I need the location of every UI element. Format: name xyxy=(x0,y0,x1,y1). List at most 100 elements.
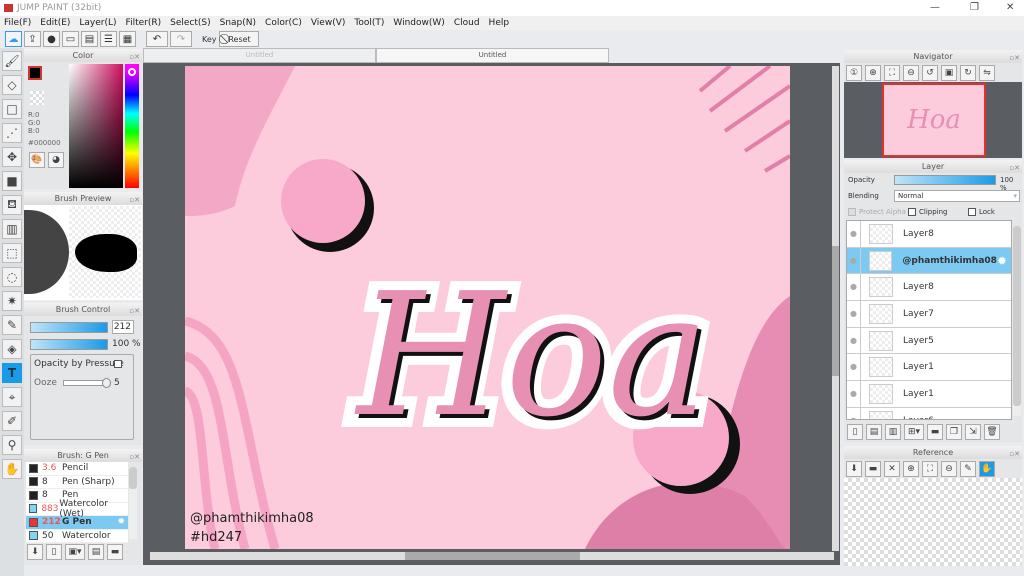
brush-folder-icon[interactable]: ▬ xyxy=(107,544,123,560)
operation-icon[interactable]: ⌖ xyxy=(2,387,22,407)
layer-scrollbar[interactable] xyxy=(1013,226,1021,416)
saturation-value-picker[interactable] xyxy=(69,64,123,188)
menu-select[interactable]: Select(S) xyxy=(170,18,211,28)
reset-button[interactable]: ⃠Reset xyxy=(218,31,259,47)
zoom-out-icon[interactable]: ⊖ xyxy=(941,461,957,477)
close-reference-icon[interactable]: ✕ xyxy=(884,461,900,477)
duplicate-layer-icon[interactable]: ❐ xyxy=(946,424,962,440)
palette-icon[interactable]: 🎨 xyxy=(29,152,45,168)
menu-filter[interactable]: Filter(R) xyxy=(126,18,162,28)
zoom-in-icon[interactable]: ⊕ xyxy=(903,461,919,477)
lasso-icon[interactable]: ◌ xyxy=(2,267,22,287)
pen-icon[interactable]: ✐ xyxy=(2,411,22,431)
menu-tool[interactable]: Tool(T) xyxy=(354,18,384,28)
panel-close-icon[interactable]: ▫✕ xyxy=(129,451,140,464)
select-pen-icon[interactable]: ✎ xyxy=(2,315,22,335)
layer-row[interactable]: ● Layer5 xyxy=(847,327,1011,355)
clipping-checkbox[interactable] xyxy=(908,208,916,216)
lock-checkbox[interactable] xyxy=(968,208,976,216)
fill-rect-icon[interactable]: ■ xyxy=(2,171,22,191)
visibility-toggle-icon[interactable]: ● xyxy=(847,274,861,301)
menu-help[interactable]: Help xyxy=(489,18,510,28)
open-folder-icon[interactable]: ▬ xyxy=(865,461,881,477)
panel-close-icon[interactable]: ▫✕ xyxy=(1009,448,1020,461)
gear-icon[interactable]: ✹ xyxy=(117,517,125,527)
brush-icon[interactable]: 🖌 xyxy=(2,51,22,71)
hand-icon[interactable]: ✋ xyxy=(2,459,22,479)
visibility-toggle-icon[interactable]: ● xyxy=(847,354,861,381)
layer-row[interactable]: ● Layer6 xyxy=(847,407,1011,419)
layer-row[interactable]: ● Layer7 xyxy=(847,301,1011,328)
brush-item[interactable]: 8 Pen (Sharp) xyxy=(26,475,128,489)
polyline-icon[interactable]: ⋰ xyxy=(2,123,22,143)
gradient-icon[interactable]: ▥ xyxy=(2,219,22,239)
foreground-color-swatch[interactable] xyxy=(28,66,42,80)
rotate-left-icon[interactable]: ↺ xyxy=(922,65,938,81)
fit-icon[interactable]: ⛶ xyxy=(884,65,900,81)
brush-size-slider[interactable] xyxy=(30,322,108,333)
artwork-canvas[interactable]: Hoa Hoa Hoa @phamthikimha08 #hd247 xyxy=(185,66,790,549)
add-layer-menu-icon[interactable]: ⊞▾ xyxy=(904,424,924,440)
magic-wand-icon[interactable]: ✷ xyxy=(2,291,22,311)
menu-color[interactable]: Color(C) xyxy=(265,18,302,28)
vertical-scrollbar[interactable] xyxy=(832,66,839,551)
cloud-icon[interactable]: ☁ xyxy=(5,31,22,47)
tab-untitled-1[interactable]: Untitled xyxy=(143,48,376,63)
brush-settings-icon[interactable]: ▤ xyxy=(88,544,104,560)
protect-alpha-checkbox[interactable] xyxy=(848,208,856,216)
layer-row[interactable]: ● Layer8 xyxy=(847,274,1011,302)
layer-row[interactable]: ● Layer1 xyxy=(847,381,1011,408)
horizontal-scrollbar[interactable] xyxy=(150,552,834,560)
panel-close-icon[interactable]: ▫✕ xyxy=(129,305,140,318)
menu-window[interactable]: Window(W) xyxy=(393,18,444,28)
visibility-toggle-icon[interactable]: ● xyxy=(847,301,861,327)
fit-icon[interactable]: ⛶ xyxy=(922,461,938,477)
visibility-toggle-icon[interactable]: ● xyxy=(847,221,861,247)
rect-select-icon[interactable]: ⬚ xyxy=(2,243,22,263)
reference-view[interactable] xyxy=(844,478,1022,566)
opacity-by-pressure-checkbox[interactable] xyxy=(114,360,122,368)
eyedropper-icon[interactable]: ⚲ xyxy=(2,435,22,455)
rotate-right-icon[interactable]: ↻ xyxy=(960,65,976,81)
zoom-in-icon[interactable]: ⊕ xyxy=(865,65,881,81)
close-button[interactable]: ✕ xyxy=(1006,2,1014,13)
maximize-button[interactable]: ❐ xyxy=(970,2,979,13)
copy-brush-icon[interactable]: ▣▾ xyxy=(65,544,85,560)
visibility-toggle-icon[interactable]: ● xyxy=(847,327,861,354)
comment-icon[interactable]: ● xyxy=(43,31,60,47)
visibility-toggle-icon[interactable]: ● xyxy=(847,381,861,407)
menu-snap[interactable]: Snap(N) xyxy=(220,18,256,28)
merge-layer-icon[interactable]: ⇲ xyxy=(965,424,981,440)
message-icon[interactable]: ▭ xyxy=(62,31,79,47)
text-icon[interactable]: T xyxy=(2,363,22,383)
brush-size-input[interactable]: 212 xyxy=(112,320,134,334)
gear-icon[interactable]: ✹ xyxy=(997,254,1007,268)
menu-view[interactable]: View(V) xyxy=(311,18,346,28)
menu-file[interactable]: File(F) xyxy=(4,18,31,28)
brush-item[interactable]: 883 Watercolor (Wet) xyxy=(26,499,128,519)
visibility-toggle-icon[interactable]: ● xyxy=(847,407,861,419)
bucket-icon[interactable]: ⛾ xyxy=(2,195,22,215)
zoom-out-icon[interactable]: ⊖ xyxy=(903,65,919,81)
navigator-preview[interactable]: Hoa xyxy=(844,82,1022,158)
folder-icon[interactable]: ▬ xyxy=(927,424,943,440)
rectangle-icon[interactable]: □ xyxy=(2,99,22,119)
delete-layer-icon[interactable]: 🗑 xyxy=(984,424,1000,440)
new-layer-8bit-icon[interactable]: ▤ xyxy=(866,424,882,440)
redo-icon[interactable]: ↷ xyxy=(170,31,192,47)
tab-untitled-2[interactable]: Untitled xyxy=(376,48,609,63)
panel-close-icon[interactable]: ▫✕ xyxy=(129,51,140,64)
layer-opacity-slider[interactable] xyxy=(894,175,996,185)
eyedropper-icon[interactable]: ✎ xyxy=(960,461,976,477)
layer-row[interactable]: ● @phamthikimha08 ✹ xyxy=(847,247,1011,275)
ooze-slider[interactable] xyxy=(63,378,111,388)
new-brush-icon[interactable]: ▯ xyxy=(46,544,62,560)
menu-layer[interactable]: Layer(L) xyxy=(79,18,116,28)
move-icon[interactable]: ✥ xyxy=(2,147,22,167)
blending-select[interactable]: Normal ▾ xyxy=(894,190,1020,202)
brush-item[interactable]: 3.6 Pencil xyxy=(26,462,128,476)
brush-list-scrollbar[interactable] xyxy=(129,467,137,539)
download-brush-icon[interactable]: ⬇ xyxy=(27,544,43,560)
download-icon[interactable]: ⬇ xyxy=(846,461,862,477)
panel-close-icon[interactable]: ▫✕ xyxy=(1009,162,1020,175)
